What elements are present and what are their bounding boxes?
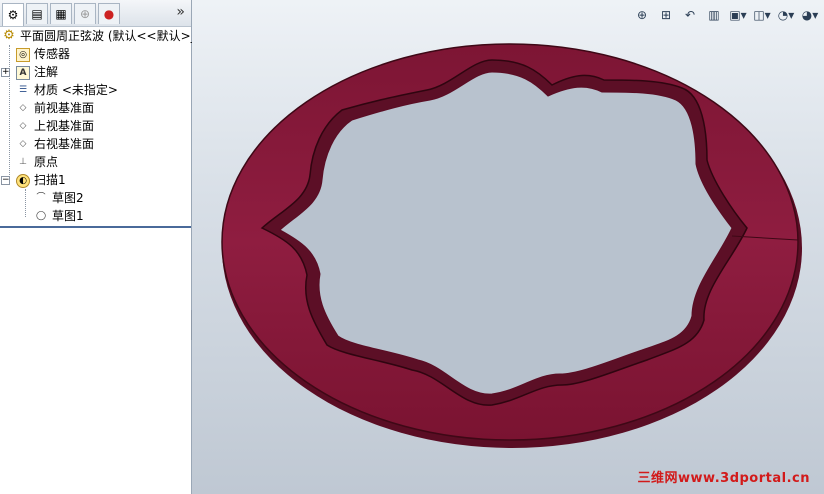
tree-item-sketch1[interactable]: ◯ 草图1 [34,207,84,225]
display-manager-tab[interactable]: ● [98,3,120,24]
feature-manager-tab[interactable]: ⚙ [2,3,24,26]
part-model[interactable] [192,0,824,494]
tree-item-front-plane[interactable]: ◇ 前视基准面 [16,99,94,117]
feature-manager-icon: ⚙ [7,8,19,22]
property-manager-tab[interactable]: ▤ [26,3,48,24]
tree-item-sweep[interactable]: ◐ 扫描1 [16,171,66,189]
sketch-icon: ⌒ [36,192,46,203]
tree-item-label: 上视基准面 [34,119,95,133]
watermark-text: 三维网www.3dportal.cn [637,471,810,486]
more-tabs-button[interactable]: » [176,4,185,20]
expand-annotations-button[interactable]: + [1,68,10,77]
plane-icon: ◇ [19,120,27,131]
tree-item-label: 前视基准面 [34,101,95,115]
tree-root[interactable]: ⚙ 平面圆周正弦波 (默认<<默认>_ [2,27,197,45]
sensor-icon: ◎ [16,47,30,62]
dimxpert-manager-tab[interactable]: ⊕ [74,3,96,24]
tree-item-label: 扫描1 [34,173,66,187]
tree-item-top-plane[interactable]: ◇ 上视基准面 [16,117,94,135]
sweep-icon: ◐ [16,173,30,188]
tree-item-label: 材质 <未指定> [34,83,118,97]
part-icon: ⚙ [3,27,15,43]
display-manager-icon: ● [103,7,115,21]
manager-tabs: ⚙ ▤ ▦ ⊕ ● » [0,0,191,27]
tree-item-annotations[interactable]: A 注解 [16,63,58,81]
tree-item-sketch2[interactable]: ⌒ 草图2 [34,189,84,207]
tree-item-origin[interactable]: ⊥ 原点 [16,153,58,171]
sketch-icon: ◯ [35,210,47,221]
tree-item-label: 右视基准面 [34,137,95,151]
rollback-bar[interactable] [0,226,191,228]
plane-icon: ◇ [19,102,27,113]
tree-item-label: 注解 [34,65,59,79]
tree-item-right-plane[interactable]: ◇ 右视基准面 [16,135,94,153]
annotation-icon: A [16,65,30,80]
tree-line [25,189,26,217]
origin-icon: ⊥ [19,156,27,167]
tree-root-label: 平面圆周正弦波 (默认<<默认>_ [20,29,197,43]
configuration-manager-icon: ▦ [55,7,67,21]
tree-item-material[interactable]: ☰ 材质 <未指定> [16,81,118,99]
feature-manager-panel: ⚙ ▤ ▦ ⊕ ● » ⚙ 平面圆周正弦波 (默认<<默认>_ ◎ 传感器 + A注… [0,0,197,494]
tree-line [9,45,10,181]
configuration-manager-tab[interactable]: ▦ [50,3,72,24]
plane-icon: ◇ [19,138,27,149]
tree-item-label: 传感器 [34,47,71,61]
dimxpert-manager-icon: ⊕ [79,7,91,21]
tree-item-label: 草图1 [52,209,84,223]
tree-item-label: 原点 [34,155,59,169]
tree-item-sensors[interactable]: ◎ 传感器 [16,45,70,63]
tree-item-label: 草图2 [52,191,84,205]
graphics-viewport[interactable]: ⊕ ⊞ ↶ ▥ ▣▾ ◫▾ ◔▾ ◕▾ 三维网www.3dportal.cn [192,0,824,494]
material-icon: ☰ [18,84,28,95]
collapse-sweep-button[interactable]: − [1,176,10,185]
property-manager-icon: ▤ [31,7,43,21]
